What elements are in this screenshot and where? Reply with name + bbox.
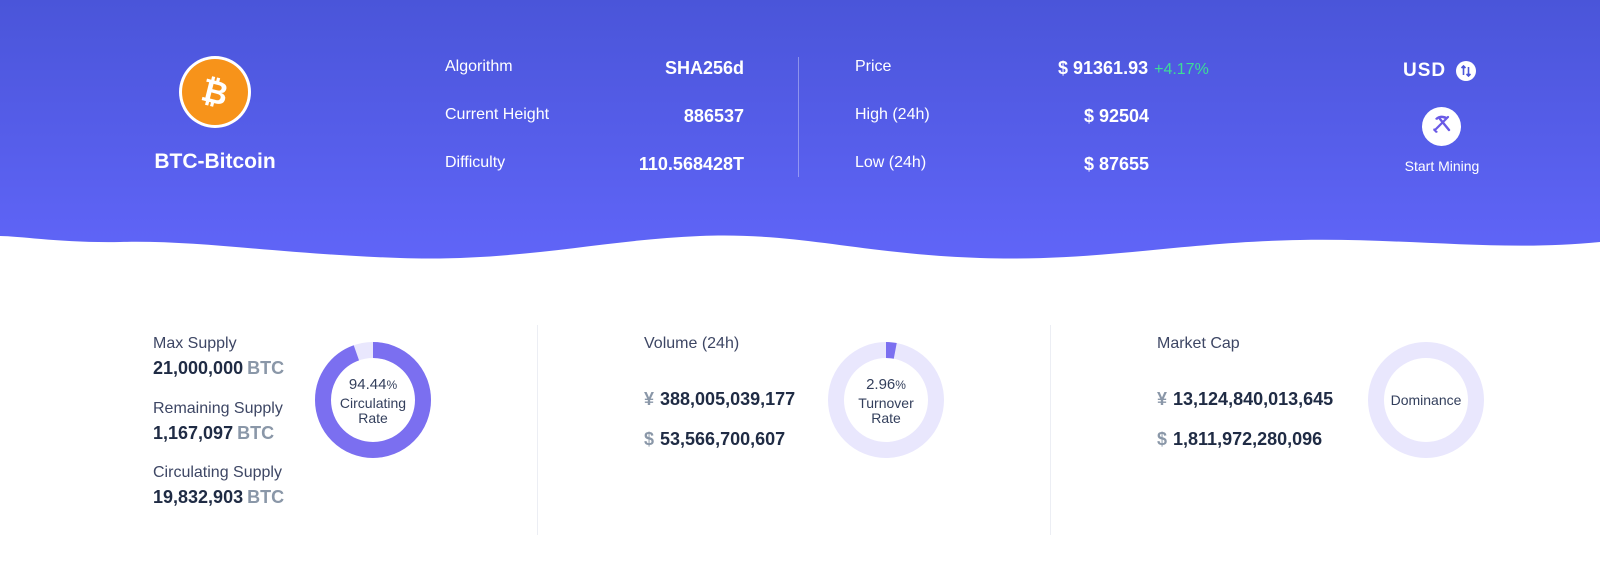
- circulating-supply-label: Circulating Supply: [153, 464, 282, 481]
- circulating-supply-amount: 19,832,903: [153, 487, 244, 507]
- remaining-supply-label: Remaining Supply: [153, 400, 283, 417]
- price-label: Price: [855, 58, 892, 75]
- low-24h-label: Low (24h): [855, 154, 927, 171]
- market-cap-usd-value: $1,811,972,280,096: [1157, 429, 1322, 450]
- price-value: $ 91361.93 +4.17%: [1058, 58, 1209, 79]
- svg-text:₿: ₿: [198, 73, 232, 111]
- high-24h-value: $ 92504: [1084, 106, 1150, 126]
- volume-cny-value: ¥388,005,039,177: [644, 389, 795, 410]
- turnover-rate-caption-line2: Rate: [871, 410, 901, 426]
- algorithm-value: SHA256d: [664, 58, 744, 78]
- current-height-value: 886537: [683, 106, 744, 126]
- column-divider: [1050, 325, 1051, 535]
- column-divider: [537, 325, 538, 535]
- turnover-rate-caption-line1: Turnover: [858, 395, 914, 411]
- volume-usd-amount: 53,566,700,607: [660, 429, 786, 449]
- circulating-rate-caption-line1: Circulating: [339, 395, 407, 411]
- yuan-symbol: ¥: [644, 389, 655, 409]
- dominance-label: Dominance: [1390, 392, 1462, 408]
- market-cap-cny-value: ¥13,124,840,013,645: [1157, 389, 1333, 410]
- price-amount: $ 91361.93: [1058, 58, 1149, 78]
- bitcoin-logo: ₿: [179, 56, 251, 128]
- remaining-supply-unit: BTC: [237, 423, 275, 443]
- volume-usd-value: $53,566,700,607: [644, 429, 785, 450]
- circulating-rate-caption: Circulating Rate: [313, 396, 433, 426]
- max-supply-amount: 21,000,000: [153, 358, 244, 378]
- turnover-rate-percent: 2.96%: [826, 376, 946, 393]
- circulating-rate-donut: 94.44% Circulating Rate: [313, 340, 433, 460]
- circulating-supply-value: 19,832,903 BTC: [153, 487, 284, 508]
- turnover-rate-donut: 2.96% Turnover Rate: [826, 340, 946, 460]
- high-24h-label: High (24h): [855, 106, 930, 123]
- low-24h-value: $ 87655: [1084, 154, 1150, 174]
- currency-switch[interactable]: USD: [1403, 60, 1477, 82]
- header-wave-background: [0, 0, 1600, 259]
- remaining-supply-value: 1,167,097 BTC: [153, 423, 274, 444]
- dollar-symbol: $: [1157, 429, 1168, 449]
- market-cap-usd-amount: 1,811,972,280,096: [1173, 429, 1323, 449]
- circulating-rate-sign: %: [386, 378, 398, 392]
- algorithm-label: Algorithm: [445, 58, 513, 75]
- market-cap-cny-amount: 13,124,840,013,645: [1173, 389, 1334, 409]
- difficulty-value: 110.568428T: [638, 154, 744, 174]
- current-height-label: Current Height: [445, 106, 550, 123]
- circulating-rate-percent: 94.44%: [313, 376, 433, 393]
- turnover-rate-number: 2.96: [866, 376, 896, 393]
- market-cap-label: Market Cap: [1157, 335, 1240, 352]
- circulating-rate-number: 94.44: [348, 376, 387, 393]
- coin-name: BTC-Bitcoin: [154, 150, 276, 173]
- start-mining-label[interactable]: Start Mining: [1382, 158, 1502, 174]
- currency-label: USD: [1403, 60, 1447, 81]
- turnover-rate-sign: %: [895, 378, 906, 392]
- swap-icon[interactable]: [1456, 61, 1477, 81]
- pickaxe-shovel-icon: [1431, 113, 1453, 140]
- max-supply-unit: BTC: [247, 358, 285, 378]
- yuan-symbol: ¥: [1157, 389, 1168, 409]
- start-mining-button[interactable]: [1422, 107, 1461, 146]
- dollar-symbol: $: [644, 429, 655, 449]
- difficulty-label: Difficulty: [445, 154, 506, 171]
- max-supply-value: 21,000,000 BTC: [153, 358, 284, 379]
- circulating-rate-caption-line2: Rate: [358, 410, 388, 426]
- bitcoin-icon: ₿: [182, 59, 248, 125]
- volume-24h-label: Volume (24h): [644, 335, 740, 352]
- price-change: +4.17%: [1154, 61, 1209, 78]
- dominance-donut: Dominance: [1366, 340, 1486, 460]
- circulating-supply-unit: BTC: [247, 487, 285, 507]
- max-supply-label: Max Supply: [153, 335, 237, 352]
- volume-cny-amount: 388,005,039,177: [660, 389, 796, 409]
- coin-header: ₿ BTC-Bitcoin Algorithm SHA256d Current …: [0, 0, 1600, 265]
- remaining-supply-amount: 1,167,097: [153, 423, 234, 443]
- turnover-rate-caption: Turnover Rate: [826, 396, 946, 426]
- stats-divider: [798, 57, 799, 177]
